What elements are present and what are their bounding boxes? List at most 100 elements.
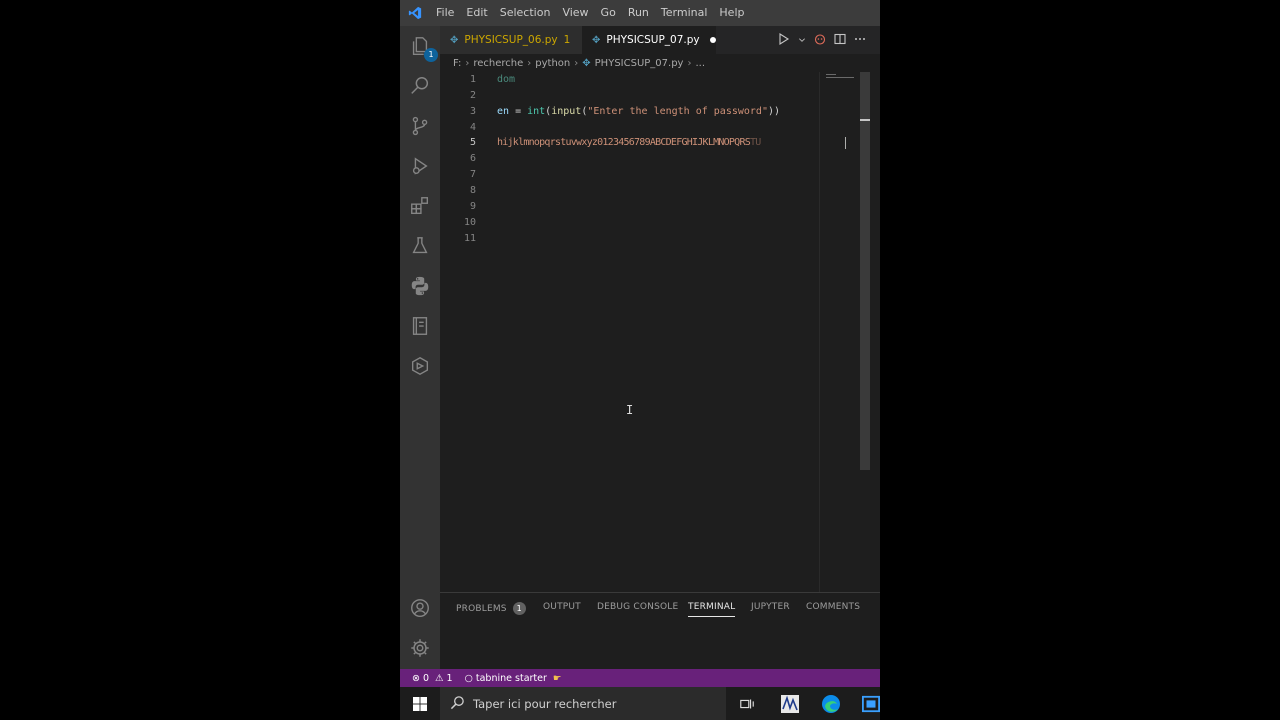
edge-browser-icon[interactable] xyxy=(820,693,842,715)
menu-terminal[interactable]: Terminal xyxy=(655,0,714,26)
breadcrumb-file[interactable]: PHYSICSUP_07.py xyxy=(595,58,684,69)
chevron-down-icon[interactable] xyxy=(798,34,806,47)
menu-go[interactable]: Go xyxy=(595,0,622,26)
breadcrumb-folder-python[interactable]: python xyxy=(535,58,570,69)
tabnine-label: tabnine starter xyxy=(475,672,547,684)
token: )) xyxy=(767,106,781,117)
warning-icon: ⚠ xyxy=(435,672,444,684)
tab-physicsup-06[interactable]: ✥ PHYSICSUP_06.py 1 xyxy=(440,26,582,54)
panel-tab-debug-console[interactable]: DEBUG CONSOLE xyxy=(597,602,678,612)
menu-run[interactable]: Run xyxy=(622,0,655,26)
source-control-icon[interactable] xyxy=(408,114,432,138)
chevron-right-icon: › xyxy=(465,57,470,69)
testing-flask-icon[interactable] xyxy=(408,234,432,258)
panel-tab-comments[interactable]: COMMENTS xyxy=(806,602,860,612)
status-bar: ⊗ 0 ⚠ 1 ○ tabnine starter ☛ xyxy=(400,669,880,687)
line-number: 4 xyxy=(469,122,476,133)
windows-start-icon[interactable] xyxy=(400,687,440,720)
search-icon xyxy=(450,695,465,713)
panel-tab-jupyter[interactable]: JUPYTER xyxy=(751,602,790,612)
code-line-1: dom xyxy=(497,74,516,85)
code-line-3: en = int(input("Enter the length of pass… xyxy=(497,106,780,117)
breadcrumb-drive[interactable]: F: xyxy=(453,58,461,69)
account-icon[interactable] xyxy=(408,596,432,620)
python-file-icon: ✥ xyxy=(582,57,591,69)
line-number: 6 xyxy=(469,153,476,164)
python-file-icon: ✥ xyxy=(450,34,459,46)
panel-tab-label: PROBLEMS xyxy=(456,604,507,614)
breadcrumb-folder-recherche[interactable]: recherche xyxy=(473,58,523,69)
token: input xyxy=(551,106,582,117)
token: en xyxy=(497,106,510,117)
menu-help[interactable]: Help xyxy=(713,0,750,26)
tabnine-icon[interactable] xyxy=(814,33,826,48)
breadcrumb-symbol[interactable]: ... xyxy=(695,58,705,69)
title-bar: File Edit Selection View Go Run Terminal… xyxy=(400,0,880,26)
scrollbar-cursor-marker xyxy=(860,119,870,121)
run-debug-icon[interactable] xyxy=(408,154,432,178)
tab-problem-count: 1 xyxy=(563,34,571,46)
editor-tab-bar: ✥ PHYSICSUP_06.py 1 ✥ PHYSICSUP_07.py xyxy=(440,26,880,54)
minimap-line xyxy=(826,74,836,75)
search-icon[interactable] xyxy=(408,74,432,98)
tabnine-status[interactable]: ○ tabnine starter ☛ xyxy=(465,673,562,684)
extensions-icon[interactable] xyxy=(408,194,432,218)
line-number: 11 xyxy=(463,233,476,244)
tabnine-circle-icon: ○ xyxy=(464,672,473,684)
explorer-icon[interactable]: 1 xyxy=(408,34,438,62)
token: "Enter the length of password" xyxy=(587,106,768,117)
minimap[interactable] xyxy=(819,72,862,592)
explorer-badge: 1 xyxy=(424,48,438,62)
text-select-cursor-icon: I xyxy=(626,403,634,417)
menu-file[interactable]: File xyxy=(430,0,460,26)
line-number: 10 xyxy=(463,217,476,228)
minimap-line xyxy=(826,77,854,78)
remote-explorer-icon[interactable] xyxy=(408,354,432,378)
code-editor[interactable]: 1 2 3 4 5 6 7 8 9 10 11 dom en = int(inp… xyxy=(440,72,880,592)
token: hijklmnopqrstuvwxyz0123456789ABCDEFGHIJK… xyxy=(497,137,751,148)
chevron-right-icon: › xyxy=(574,57,579,69)
breadcrumb: F: › recherche › python › ✥ PHYSICSUP_07… xyxy=(440,54,880,72)
line-number: 2 xyxy=(469,90,476,101)
task-view-icon[interactable] xyxy=(736,693,758,715)
unsaved-dot-icon[interactable] xyxy=(709,37,716,43)
warning-count: 1 xyxy=(446,672,453,684)
app-window-icon[interactable] xyxy=(860,693,880,715)
line-number: 1 xyxy=(469,74,476,85)
run-python-file-icon[interactable] xyxy=(778,32,790,48)
line-number: 8 xyxy=(469,185,476,196)
app-waveform-icon[interactable] xyxy=(779,693,801,715)
jupyter-notebook-icon[interactable] xyxy=(408,314,432,338)
vertical-scrollbar[interactable] xyxy=(860,72,870,470)
line-number: 7 xyxy=(469,169,476,180)
chevron-right-icon: › xyxy=(527,57,532,69)
error-icon: ⊗ xyxy=(412,672,420,684)
token: int xyxy=(527,106,546,117)
python-file-icon: ✥ xyxy=(592,34,601,46)
panel-tab-output[interactable]: OUTPUT xyxy=(543,602,581,612)
activity-bar: 1 xyxy=(400,26,440,669)
tabnine-hand-icon: ☛ xyxy=(552,672,562,684)
more-actions-icon[interactable] xyxy=(854,33,866,48)
python-icon[interactable] xyxy=(408,274,432,298)
taskbar-search-box[interactable]: Taper ici pour rechercher xyxy=(440,687,726,720)
panel-tab-terminal[interactable]: TERMINAL xyxy=(688,602,736,617)
error-count: 0 xyxy=(422,672,430,684)
tab-physicsup-07[interactable]: ✥ PHYSICSUP_07.py xyxy=(582,26,716,54)
token: = xyxy=(509,106,528,117)
settings-gear-icon[interactable] xyxy=(408,636,432,660)
chevron-right-icon: › xyxy=(687,57,692,69)
menu-selection[interactable]: Selection xyxy=(494,0,557,26)
code-line-5: hijklmnopqrstuvwxyz0123456789ABCDEFGHIJK… xyxy=(497,137,761,148)
vscode-logo-icon xyxy=(408,6,422,20)
menu-view[interactable]: View xyxy=(556,0,594,26)
panel-tab-problems[interactable]: PROBLEMS 1 xyxy=(456,602,526,615)
editor-actions xyxy=(778,26,866,54)
split-editor-icon[interactable] xyxy=(834,33,846,48)
menu-edit[interactable]: Edit xyxy=(460,0,493,26)
ghost-completion: TU xyxy=(749,137,761,148)
problems-status[interactable]: ⊗ 0 ⚠ 1 xyxy=(412,673,453,684)
tab-label: PHYSICSUP_06.py xyxy=(464,34,558,46)
windows-taskbar: Taper ici pour rechercher xyxy=(400,687,880,720)
search-placeholder: Taper ici pour rechercher xyxy=(473,696,617,711)
